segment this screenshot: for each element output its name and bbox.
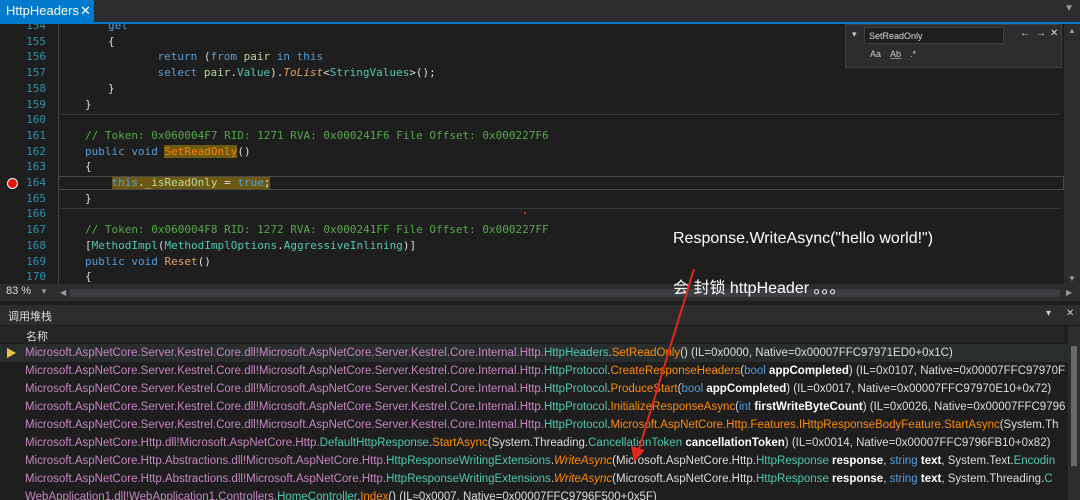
line-number: 158 <box>26 81 46 95</box>
tab-httpheaders[interactable]: HttpHeaders ✕ <box>0 0 94 22</box>
annotation-line-2: 会 封锁 httpHeader 。。。 <box>673 280 846 297</box>
code-text: } <box>108 81 115 95</box>
scroll-down-icon[interactable]: ▼ <box>1068 274 1076 283</box>
code-line[interactable]: 170 { <box>0 269 1064 284</box>
callstack-frame[interactable]: Microsoft.AspNetCore.Http.dll!Microsoft.… <box>0 434 1068 452</box>
frame-text: Microsoft.AspNetCore.Server.Kestrel.Core… <box>25 347 953 359</box>
line-number: 160 <box>26 113 46 127</box>
column-name: 名称 <box>26 331 48 343</box>
find-next-icon[interactable]: → <box>1036 28 1046 39</box>
method-separator <box>60 208 1060 210</box>
code-text: } <box>85 97 92 111</box>
code-line[interactable]: 169 public void Reset() <box>0 254 1064 270</box>
panel-title: 调用堆栈 <box>8 311 52 323</box>
frame-text: Microsoft.AspNetCore.Server.Kestrel.Core… <box>25 401 1066 413</box>
code-line[interactable]: 165} <box>0 191 1064 207</box>
regex-toggle[interactable]: .* <box>910 49 916 59</box>
chevron-down-icon[interactable]: ▼ <box>1064 3 1074 14</box>
code-text: select pair.Value).ToList<StringValues>(… <box>157 66 436 80</box>
horizontal-scrollbar[interactable] <box>70 289 1060 297</box>
line-number: 154 <box>26 24 46 32</box>
editor-status-strip: 83 % ▼ ◀ ▶ <box>0 284 1080 301</box>
frame-text: Microsoft.AspNetCore.Http.Abstractions.d… <box>25 455 1056 467</box>
annotation-line-1: Response.WriteAsync("hello world!") <box>673 230 934 247</box>
code-text: { <box>108 34 115 48</box>
frame-text: Microsoft.AspNetCore.Server.Kestrel.Core… <box>25 365 1065 377</box>
line-number: 167 <box>26 223 46 237</box>
scroll-thumb[interactable] <box>1071 346 1077 466</box>
code-line[interactable]: 161 // Token: 0x060004F7 RID: 1271 RVA: 0… <box>0 128 1064 144</box>
code-text: [MethodImpl(MethodImplOptions.Aggressive… <box>85 238 417 252</box>
match-word-toggle[interactable]: A̲b̲ <box>890 49 901 59</box>
line-number: 168 <box>26 238 46 252</box>
find-previous-icon[interactable]: ← <box>1020 28 1030 39</box>
search-input[interactable]: SetReadOnly <box>864 27 1004 44</box>
code-text: get <box>108 24 128 32</box>
zoom-level[interactable]: 83 % <box>6 285 31 297</box>
line-number: 164 <box>26 176 46 189</box>
tab-title: HttpHeaders <box>6 3 79 18</box>
line-number: 156 <box>26 50 46 64</box>
line-number: 163 <box>26 160 46 174</box>
callstack-list: Microsoft.AspNetCore.Server.Kestrel.Core… <box>0 344 1068 500</box>
document-tab-strip: HttpHeaders ✕ ▼ <box>0 0 1080 24</box>
close-panel-icon[interactable]: ✕ <box>1066 308 1074 319</box>
scroll-left-icon[interactable]: ◀ <box>60 288 66 297</box>
callstack-frame[interactable]: Microsoft.AspNetCore.Server.Kestrel.Core… <box>0 344 1068 362</box>
callstack-frame[interactable]: Microsoft.AspNetCore.Server.Kestrel.Core… <box>0 362 1068 380</box>
line-number: 162 <box>26 144 46 158</box>
scroll-up-icon[interactable]: ▲ <box>1068 26 1076 35</box>
line-number: 155 <box>26 34 46 48</box>
line-number: 169 <box>26 254 46 268</box>
callstack-frame[interactable]: WebApplication1.dll!WebApplication1.Cont… <box>0 488 1068 500</box>
frame-text: Microsoft.AspNetCore.Server.Kestrel.Core… <box>25 419 1059 431</box>
code-line[interactable]: 159} <box>0 97 1064 113</box>
code-line[interactable]: 163 { <box>0 159 1064 175</box>
line-number: 166 <box>26 207 46 221</box>
code-text: public void SetReadOnly() <box>85 144 251 158</box>
method-separator <box>60 114 1060 116</box>
code-text: { <box>85 270 92 284</box>
frame-text: Microsoft.AspNetCore.Server.Kestrel.Core… <box>25 383 1052 395</box>
breakpoint-icon[interactable] <box>7 178 18 189</box>
code-text: // Token: 0x060004F8 RID: 1272 RVA: 0x00… <box>85 223 549 237</box>
current-line-highlight <box>58 176 1064 190</box>
callstack-frame[interactable]: Microsoft.AspNetCore.Http.Abstractions.d… <box>0 470 1068 488</box>
line-number: 157 <box>26 66 46 80</box>
line-number: 161 <box>26 128 46 142</box>
expand-replace-icon[interactable]: ▾ <box>852 29 857 40</box>
code-text: { <box>85 160 92 174</box>
line-number: 159 <box>26 97 46 111</box>
line-number: 165 <box>26 191 46 205</box>
zoom-dropdown-icon[interactable]: ▼ <box>40 287 48 296</box>
code-line[interactable]: 158} <box>0 81 1064 97</box>
callstack-title-bar: 调用堆栈 ▾ ✕ <box>0 305 1080 325</box>
match-case-toggle[interactable]: Aa <box>870 49 881 59</box>
code-text: public void Reset() <box>85 254 211 268</box>
frame-text: Microsoft.AspNetCore.Http.dll!Microsoft.… <box>25 437 1051 449</box>
scroll-right-icon[interactable]: ▶ <box>1066 288 1072 297</box>
callstack-frame[interactable]: Microsoft.AspNetCore.Http.Abstractions.d… <box>0 452 1068 470</box>
callstack-frame[interactable]: Microsoft.AspNetCore.Server.Kestrel.Core… <box>0 398 1068 416</box>
close-find-icon[interactable]: ✕ <box>1050 28 1058 39</box>
code-text: // Token: 0x060004F7 RID: 1271 RVA: 0x00… <box>85 128 549 142</box>
editor-vertical-scrollbar[interactable]: ▲ ▼ <box>1064 24 1080 286</box>
callstack-frame[interactable]: Microsoft.AspNetCore.Server.Kestrel.Core… <box>0 416 1068 434</box>
code-text: } <box>85 191 92 205</box>
line-number: 170 <box>26 270 46 284</box>
current-frame-arrow-icon <box>7 348 16 358</box>
frame-text: WebApplication1.dll!WebApplication1.Cont… <box>25 491 657 500</box>
code-text: return (from pair in this <box>157 50 324 64</box>
code-line[interactable]: 162 public void SetReadOnly() <box>0 144 1064 160</box>
panel-menu-icon[interactable]: ▾ <box>1046 308 1051 319</box>
find-panel: ▾ SetReadOnly ← → ✕ Aa A̲b̲ .* <box>845 24 1062 68</box>
frame-text: Microsoft.AspNetCore.Http.Abstractions.d… <box>25 473 1053 485</box>
callstack-scrollbar[interactable] <box>1068 326 1080 500</box>
close-icon[interactable]: ✕ <box>80 0 91 22</box>
callstack-frame[interactable]: Microsoft.AspNetCore.Server.Kestrel.Core… <box>0 380 1068 398</box>
column-header[interactable]: 名称 <box>0 326 1064 343</box>
